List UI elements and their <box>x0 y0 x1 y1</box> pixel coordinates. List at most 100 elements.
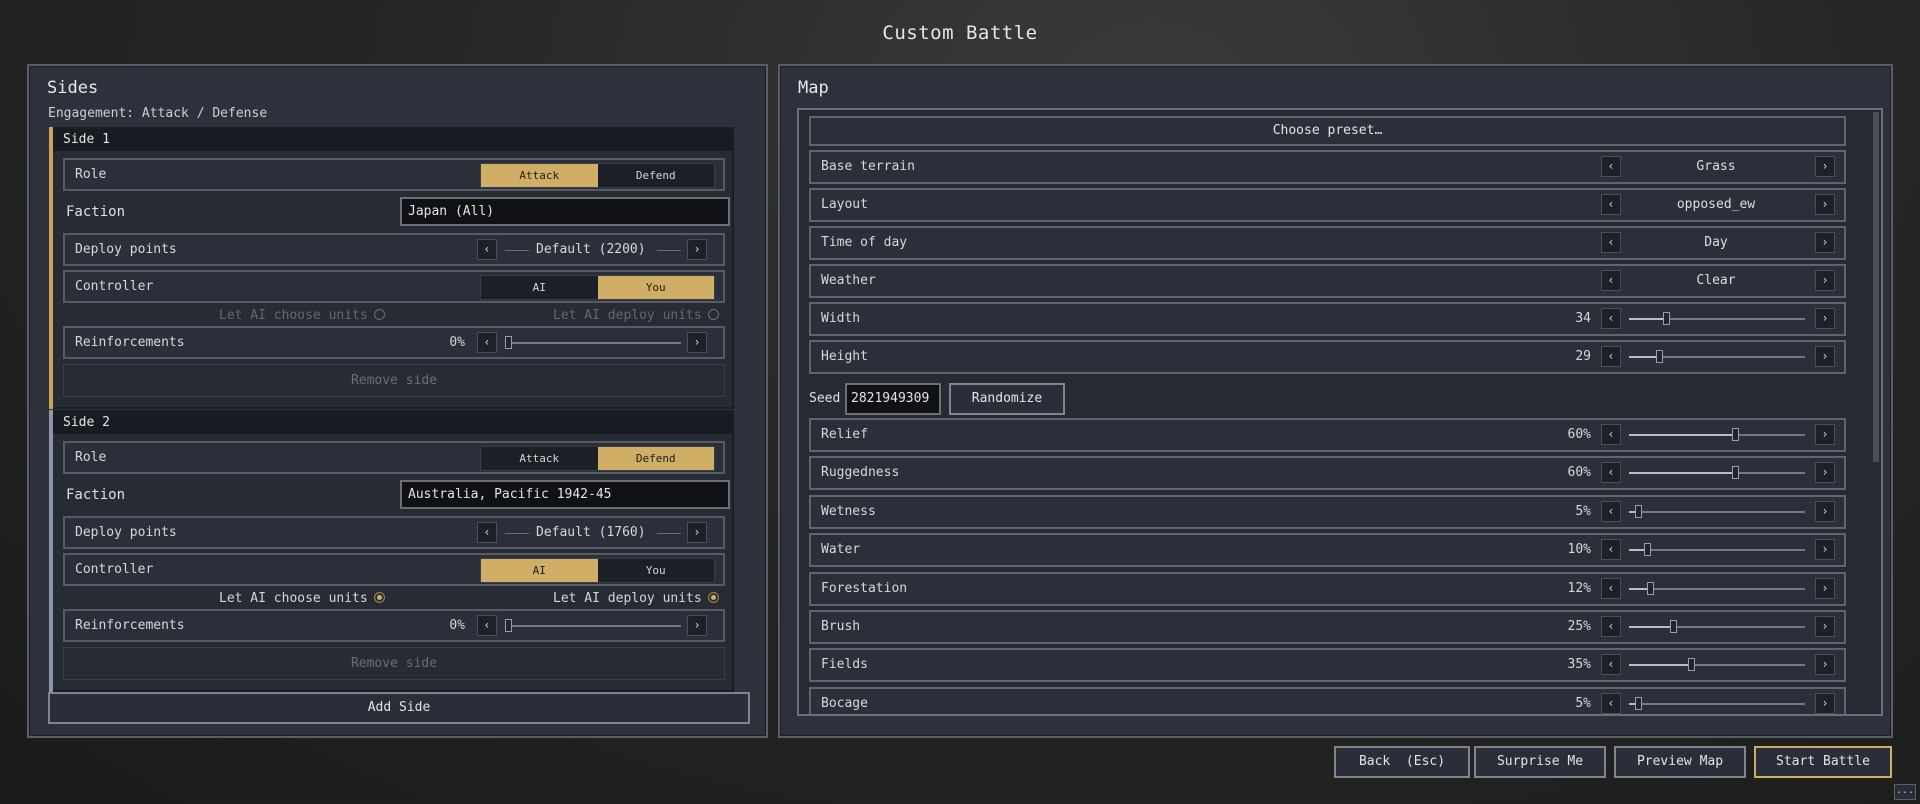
chevron-right-icon[interactable]: › <box>687 522 707 543</box>
reinforcements-label: Reinforcements <box>75 618 185 633</box>
scrollbar[interactable] <box>1873 112 1879 462</box>
chevron-left-icon[interactable]: ‹ <box>477 332 497 353</box>
side-1-reinforcements-slider[interactable] <box>505 342 681 344</box>
chevron-left-icon[interactable]: ‹ <box>1601 462 1621 484</box>
seed-input[interactable]: 2821949309 <box>845 383 941 415</box>
chevron-left-icon[interactable]: ‹ <box>1601 424 1621 445</box>
slider-knob[interactable] <box>1687 658 1695 672</box>
chevron-right-icon[interactable]: › <box>1815 232 1835 253</box>
chevron-left-icon[interactable]: ‹ <box>1601 577 1621 599</box>
side-2-ai-deploy-units[interactable]: Let AI deploy units <box>553 591 719 606</box>
chevron-left-icon[interactable]: ‹ <box>1601 308 1621 329</box>
chevron-right-icon[interactable]: › <box>1815 692 1835 714</box>
chevron-right-icon[interactable]: › <box>687 615 707 636</box>
height-label: Height <box>821 349 868 364</box>
side-1-faction-field[interactable]: Japan (All) <box>400 197 730 226</box>
side-2-faction-field[interactable]: Australia, Pacific 1942-45 <box>400 480 730 509</box>
chevron-left-icon[interactable]: ‹ <box>1601 156 1621 177</box>
side-2-stripe <box>49 410 53 692</box>
slider-knob[interactable] <box>1731 466 1739 480</box>
side-2-controller-row: Controller AI You <box>63 553 725 586</box>
chevron-right-icon[interactable]: › <box>1815 616 1835 637</box>
preview-map-button[interactable]: Preview Map <box>1614 746 1746 778</box>
chevron-left-icon[interactable]: ‹ <box>1601 692 1621 714</box>
chevron-right-icon[interactable]: › <box>1815 654 1835 676</box>
chevron-left-icon[interactable]: ‹ <box>1601 194 1621 215</box>
chevron-right-icon[interactable]: › <box>1815 424 1835 445</box>
chevron-right-icon[interactable]: › <box>1815 194 1835 215</box>
deploy-label: Deploy points <box>75 525 177 540</box>
side-2-role-attack[interactable]: Attack <box>481 447 598 470</box>
chevron-left-icon[interactable]: ‹ <box>477 615 497 636</box>
chevron-left-icon[interactable]: ‹ <box>1601 346 1621 367</box>
slider-value: 5% <box>1575 503 1591 519</box>
slider-label: Forestation <box>821 580 908 596</box>
slider-fill <box>1629 356 1659 358</box>
terrain-slider[interactable] <box>1629 702 1805 705</box>
side-2-controller-you[interactable]: You <box>598 559 715 582</box>
terrain-slider[interactable] <box>1629 510 1805 513</box>
add-side-button[interactable]: Add Side <box>48 692 750 724</box>
chevron-right-icon[interactable]: › <box>1815 500 1835 522</box>
chevron-left-icon[interactable]: ‹ <box>1601 616 1621 637</box>
slider-knob[interactable] <box>1655 350 1663 363</box>
randomize-button[interactable]: Randomize <box>949 383 1065 415</box>
side-2-ai-choose-units[interactable]: Let AI choose units <box>219 591 385 606</box>
side-1-deploy-value: Default (2200) <box>536 242 646 257</box>
chevron-right-icon[interactable]: › <box>1815 539 1835 561</box>
slider-knob[interactable] <box>505 619 512 632</box>
slider-knob[interactable] <box>505 336 512 349</box>
chevron-right-icon[interactable]: › <box>1815 462 1835 484</box>
slider-value: 60% <box>1567 427 1591 442</box>
side-2-role-row: Role Attack Defend <box>63 441 725 474</box>
ai-deploy-label: Let AI deploy units <box>553 591 702 606</box>
chevron-right-icon[interactable]: › <box>1815 270 1835 291</box>
side-1-controller-you[interactable]: You <box>597 276 714 299</box>
chevron-left-icon[interactable]: ‹ <box>477 239 497 260</box>
slider-knob[interactable] <box>1670 620 1677 633</box>
side-1-role-row: Role Attack Defend <box>63 158 725 191</box>
slider-knob[interactable] <box>1662 312 1670 325</box>
side-2-reinforcements-slider[interactable] <box>505 625 681 627</box>
chevron-right-icon[interactable]: › <box>1815 346 1835 367</box>
chevron-left-icon[interactable]: ‹ <box>477 522 497 543</box>
chevron-right-icon[interactable]: › <box>1815 156 1835 177</box>
sides-title: Sides <box>47 78 99 98</box>
side-1-ai-deploy-units[interactable]: Let AI deploy units <box>553 308 719 323</box>
side-1-role-defend[interactable]: Defend <box>598 164 715 187</box>
slider-knob[interactable] <box>1634 696 1642 710</box>
chevron-left-icon[interactable]: ‹ <box>1601 654 1621 676</box>
weather-value: Clear <box>1696 273 1736 288</box>
slider-knob[interactable] <box>1647 581 1655 595</box>
chevron-right-icon[interactable]: › <box>1815 308 1835 329</box>
side-2-role-defend[interactable]: Defend <box>597 447 714 470</box>
start-battle-button[interactable]: Start Battle <box>1754 746 1892 778</box>
slider-knob[interactable] <box>1643 543 1651 557</box>
side-1-faction-row: Faction Japan (All) <box>63 196 730 229</box>
chevron-left-icon[interactable]: ‹ <box>1601 270 1621 291</box>
chevron-right-icon[interactable]: › <box>687 332 707 353</box>
slider-knob[interactable] <box>1634 504 1642 518</box>
choose-preset-button[interactable]: Choose preset… <box>809 116 1846 146</box>
base-terrain-value: Grass <box>1696 159 1736 174</box>
chevron-right-icon[interactable]: › <box>687 239 707 260</box>
base-terrain-row: Base terrain ‹ Grass › <box>809 150 1846 184</box>
slider-label: Water <box>821 542 861 558</box>
side-1-role-attack[interactable]: Attack <box>481 164 598 187</box>
slider-value: 5% <box>1575 695 1591 711</box>
slider-knob[interactable] <box>1731 428 1739 441</box>
chevron-right-icon[interactable]: › <box>1815 577 1835 599</box>
chevron-left-icon[interactable]: ‹ <box>1601 232 1621 253</box>
side-2-controller-ai[interactable]: AI <box>481 559 598 582</box>
back-button[interactable]: Back (Esc) <box>1334 746 1470 778</box>
terrain-slider[interactable] <box>1629 549 1805 552</box>
slider-value: 25% <box>1567 619 1591 634</box>
side-2-reinforcements-value: 0% <box>449 618 465 633</box>
chevron-left-icon[interactable]: ‹ <box>1601 500 1621 522</box>
surprise-me-button[interactable]: Surprise Me <box>1474 746 1606 778</box>
terrain-slider[interactable] <box>1629 587 1805 590</box>
more-icon[interactable]: ... <box>1894 784 1916 800</box>
side-1-ai-choose-units[interactable]: Let AI choose units <box>219 308 385 323</box>
chevron-left-icon[interactable]: ‹ <box>1601 539 1621 561</box>
side-1-controller-ai[interactable]: AI <box>481 276 598 299</box>
